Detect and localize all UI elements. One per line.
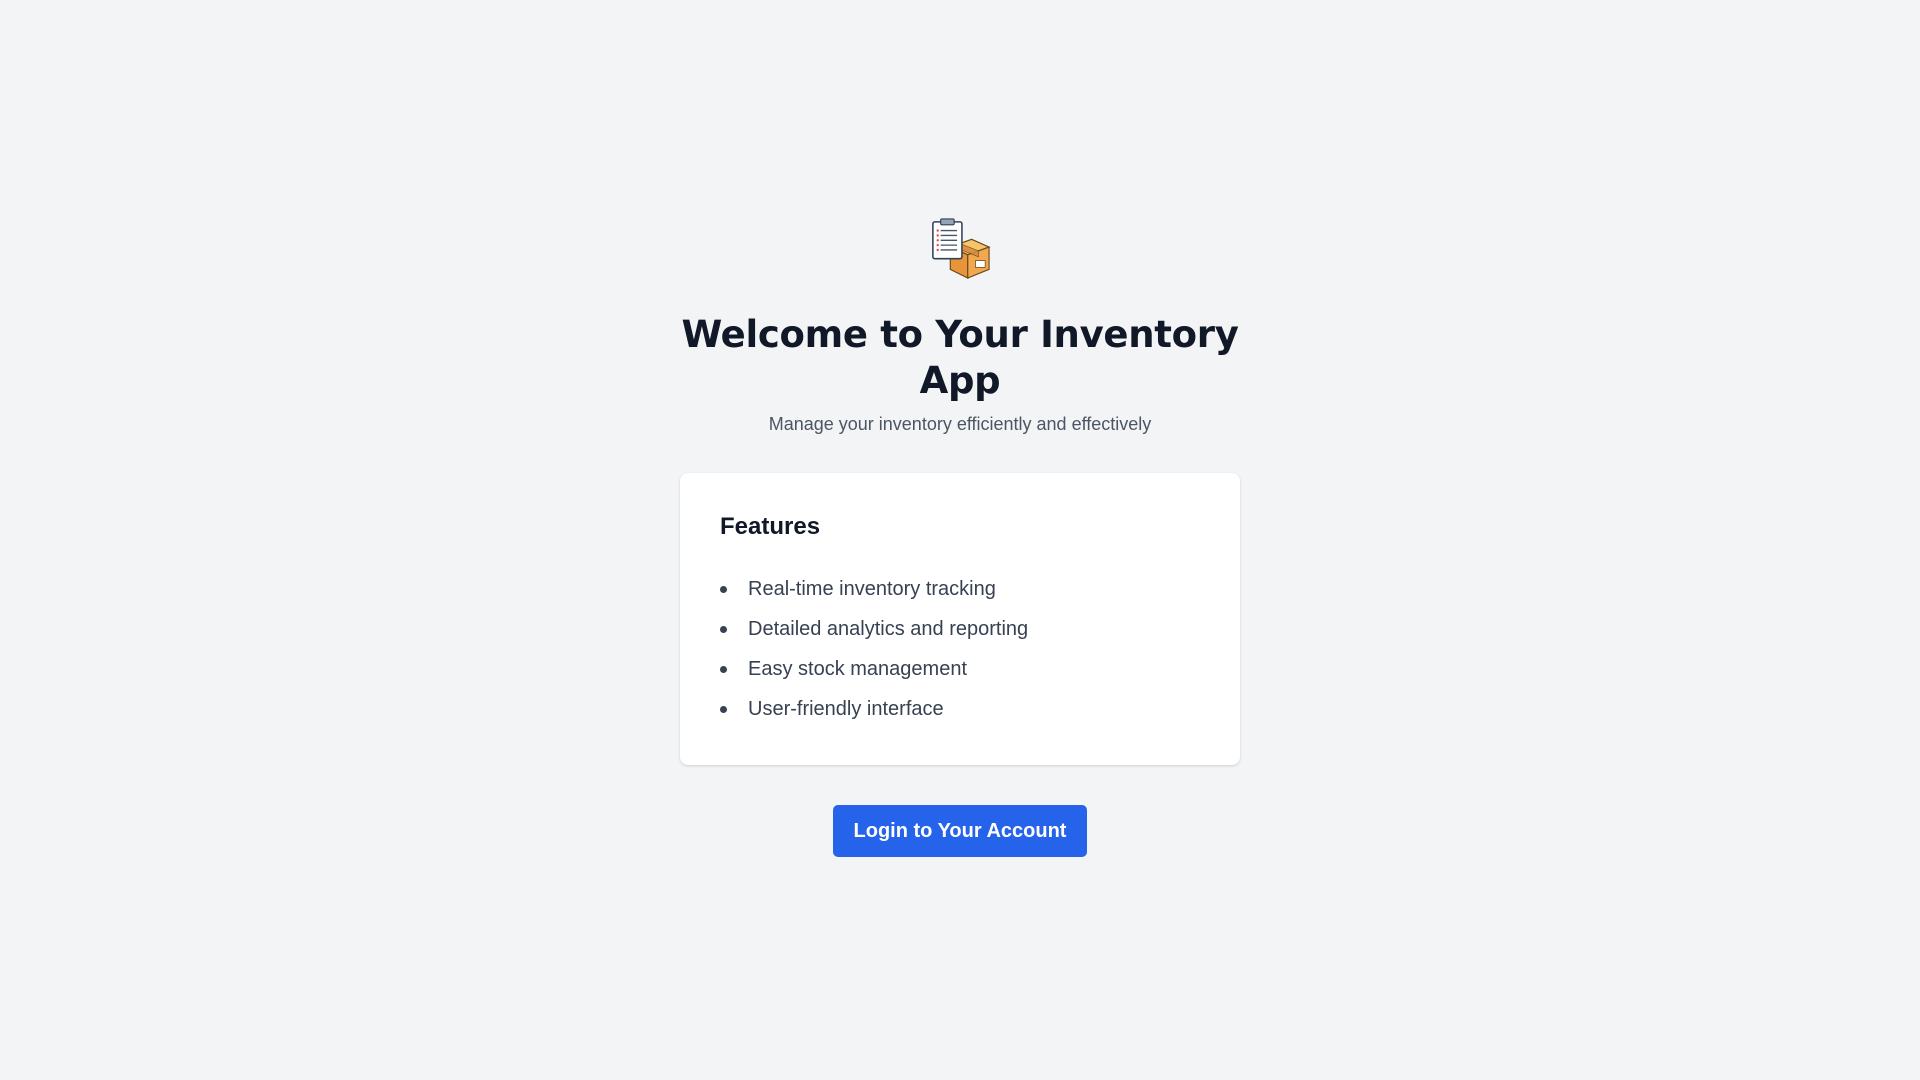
login-button[interactable]: Login to Your Account bbox=[832, 805, 1088, 857]
page-title: Welcome to Your Inventory App bbox=[681, 313, 1239, 402]
feature-item: Detailed analytics and reporting bbox=[720, 609, 1200, 649]
features-card: Features Real-time inventory tracking De… bbox=[680, 473, 1240, 765]
clipboard-box-icon bbox=[932, 218, 991, 280]
feature-label: User-friendly interface bbox=[748, 697, 944, 720]
landing-page: Welcome to Your Inventory App Manage you… bbox=[0, 0, 1920, 1080]
page-subtitle: Manage your inventory efficiently and ef… bbox=[768, 414, 1152, 434]
feature-item: User-friendly interface bbox=[720, 689, 1200, 729]
features-list: Real-time inventory tracking Detailed an… bbox=[720, 569, 1200, 729]
bullet-icon bbox=[720, 705, 727, 713]
feature-label: Real-time inventory tracking bbox=[748, 577, 996, 600]
hero-section: Welcome to Your Inventory App Manage you… bbox=[0, 218, 1920, 857]
bullet-icon bbox=[720, 585, 727, 593]
features-heading: Features bbox=[720, 513, 821, 540]
bullet-icon bbox=[720, 665, 727, 673]
feature-label: Detailed analytics and reporting bbox=[748, 617, 1029, 640]
feature-label: Easy stock management bbox=[748, 657, 967, 680]
bullet-icon bbox=[720, 625, 727, 633]
feature-item: Easy stock management bbox=[720, 649, 1200, 689]
feature-item: Real-time inventory tracking bbox=[720, 569, 1200, 609]
